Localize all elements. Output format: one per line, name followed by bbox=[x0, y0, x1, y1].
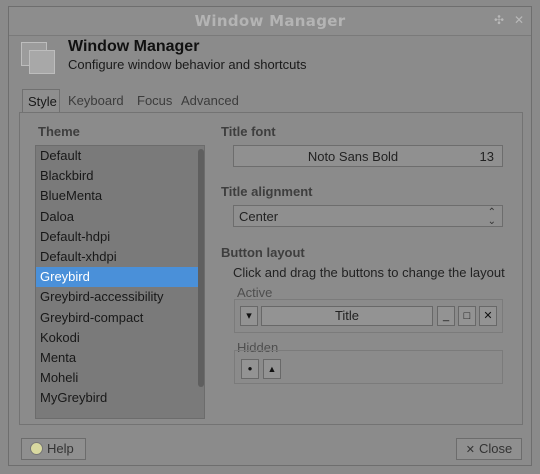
button-layout-heading: Button layout bbox=[221, 245, 305, 260]
theme-list-scrollbar[interactable] bbox=[198, 149, 204, 387]
shade-button-icon[interactable]: ▲ bbox=[263, 359, 281, 379]
window: Window Manager ✣ ✕ Window Manager Config… bbox=[8, 6, 532, 466]
select-arrows-icon: ⌃ ⌄ bbox=[487, 207, 496, 227]
list-item[interactable]: MyGreybird bbox=[36, 388, 204, 408]
dialog-header: Window Manager Configure window behavior… bbox=[9, 35, 531, 85]
close-button[interactable]: ✕ Close bbox=[456, 438, 522, 460]
close-icon[interactable]: ✕ bbox=[511, 12, 527, 28]
window-title: Window Manager bbox=[194, 12, 346, 30]
font-family-label: Noto Sans Bold bbox=[307, 149, 399, 164]
tab-advanced[interactable]: Advanced bbox=[176, 89, 244, 113]
maximize-button-icon[interactable]: □ bbox=[458, 306, 476, 326]
list-item[interactable]: Default-hdpi bbox=[36, 227, 204, 247]
restore-icon[interactable]: ✣ bbox=[491, 12, 507, 28]
title-font-heading: Title font bbox=[221, 124, 276, 139]
window-titlebar[interactable]: Window Manager ✣ ✕ bbox=[9, 7, 531, 36]
window-manager-icon bbox=[21, 42, 55, 74]
font-size-label: 13 bbox=[479, 149, 494, 164]
list-item[interactable]: Daloa bbox=[36, 207, 204, 227]
close-button-icon: ✕ bbox=[465, 444, 475, 456]
title-placeholder-button[interactable]: Title bbox=[261, 306, 433, 326]
list-item[interactable]: Greybird-compact bbox=[36, 308, 204, 328]
list-item[interactable]: Kokodi bbox=[36, 328, 204, 348]
header-title: Window Manager bbox=[68, 38, 200, 55]
active-buttons-box[interactable]: ▾ Title _ □ ✕ bbox=[234, 299, 503, 333]
button-layout-hint: Click and drag the buttons to change the… bbox=[233, 265, 505, 280]
hidden-buttons-box[interactable]: ● ▲ bbox=[234, 350, 503, 384]
theme-heading: Theme bbox=[38, 124, 80, 139]
minimize-button-icon[interactable]: _ bbox=[437, 306, 455, 326]
list-item[interactable]: BlueMenta bbox=[36, 186, 204, 206]
active-label: Active bbox=[237, 285, 273, 300]
close-button-label: Close bbox=[478, 441, 513, 456]
stick-button-icon[interactable]: ● bbox=[241, 359, 259, 379]
header-subtitle: Configure window behavior and shortcuts bbox=[68, 57, 307, 72]
theme-list[interactable]: Default Blackbird BlueMenta Daloa Defaul… bbox=[35, 145, 205, 419]
list-item[interactable]: Default-xhdpi bbox=[36, 247, 204, 267]
tab-keyboard[interactable]: Keyboard bbox=[63, 89, 129, 113]
tab-focus[interactable]: Focus bbox=[132, 89, 177, 113]
title-alignment-select[interactable]: Center ⌃ ⌄ bbox=[233, 205, 503, 227]
list-item[interactable]: Blackbird bbox=[36, 166, 204, 186]
title-font-button[interactable]: Noto Sans Bold 13 bbox=[233, 145, 503, 167]
list-item[interactable]: Moheli bbox=[36, 368, 204, 388]
title-alignment-value: Center bbox=[239, 209, 279, 224]
list-item[interactable]: Greybird-accessibility bbox=[36, 287, 204, 307]
help-button[interactable]: Help bbox=[21, 438, 86, 460]
menu-button-icon[interactable]: ▾ bbox=[240, 306, 258, 326]
close-button-icon[interactable]: ✕ bbox=[479, 306, 497, 326]
list-item[interactable]: Default bbox=[36, 146, 204, 166]
list-item-selected[interactable]: Greybird bbox=[36, 267, 204, 288]
help-button-label: Help bbox=[47, 441, 74, 456]
title-alignment-heading: Title alignment bbox=[221, 184, 313, 199]
list-item[interactable]: Menta bbox=[36, 348, 204, 368]
tab-style[interactable]: Style bbox=[22, 89, 60, 113]
help-icon bbox=[30, 442, 43, 456]
